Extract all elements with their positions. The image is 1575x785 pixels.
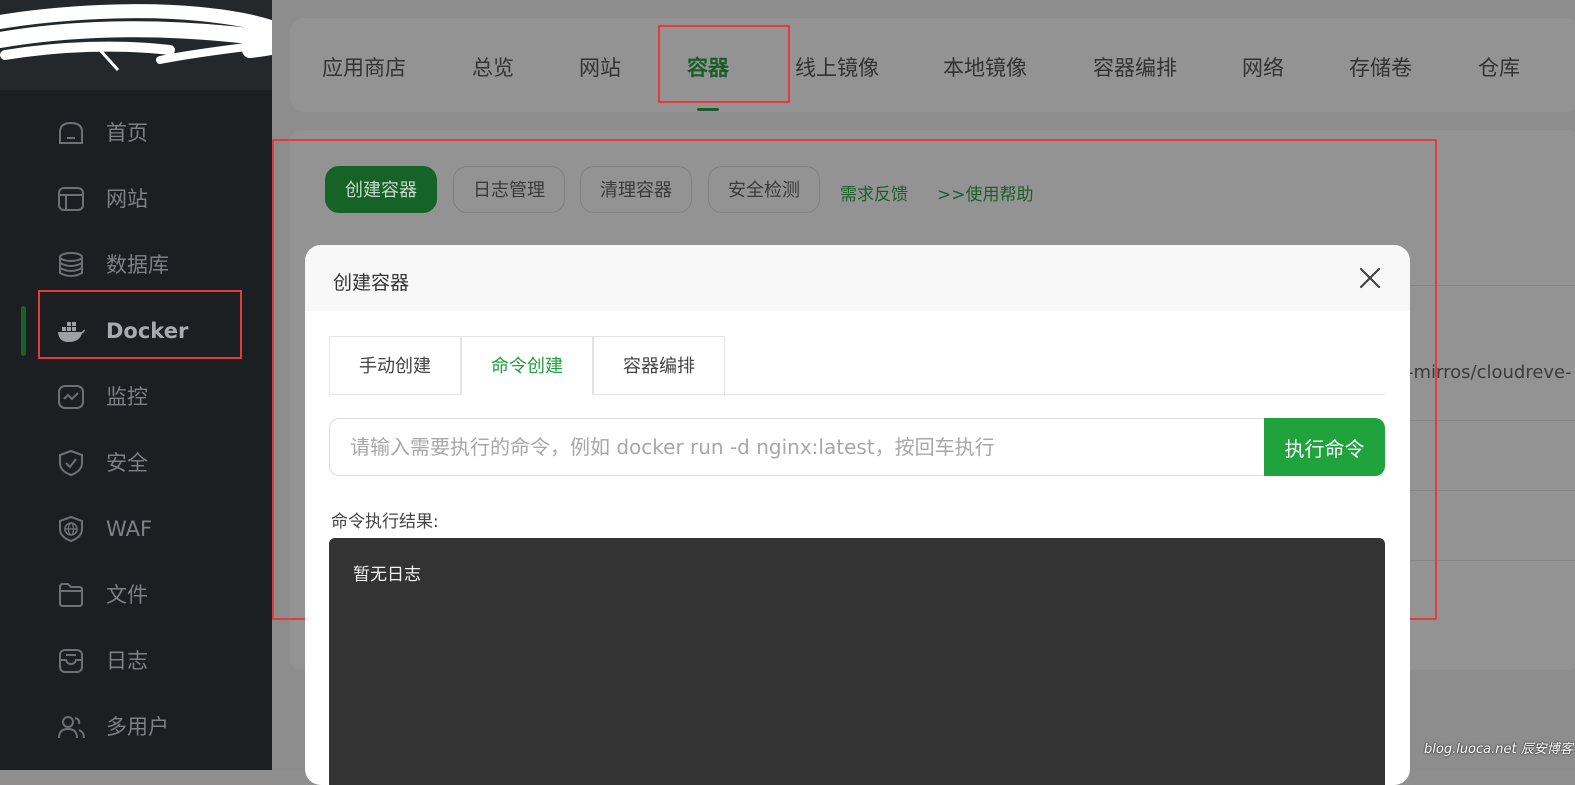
folder-icon (56, 581, 86, 609)
sidebar-item-label: 数据库 (106, 253, 169, 277)
help-link[interactable]: >>使用帮助 (937, 180, 1034, 205)
sidebar-item-label: 多用户 (106, 715, 169, 739)
watermark: blog.luoca.net 辰安博客 (1424, 742, 1573, 757)
database-icon (56, 251, 86, 279)
feedback-link[interactable]: 需求反馈 (840, 180, 908, 205)
table-divider (1410, 490, 1575, 491)
sidebar-item-label: 监控 (106, 385, 148, 409)
table-divider (1410, 420, 1575, 421)
sidebar-item-users[interactable]: 多用户 (0, 694, 272, 760)
tab-command-create[interactable]: 命令创建 (461, 336, 593, 395)
tab-local-images[interactable]: 本地镜像 (943, 52, 1027, 82)
logo-area (0, 0, 290, 90)
waf-globe-icon (56, 515, 86, 543)
redaction-scribble (0, 4, 290, 72)
sidebar-item-label: 首页 (106, 121, 148, 145)
website-icon (56, 185, 86, 213)
sidebar-item-label: 网站 (106, 187, 148, 211)
table-cell-image: -mirros/cloudreve- (1407, 362, 1572, 383)
sidebar-item-database[interactable]: 数据库 (0, 232, 272, 298)
tab-website[interactable]: 网站 (579, 52, 621, 82)
shield-icon (56, 449, 86, 477)
tab-online-images[interactable]: 线上镜像 (795, 52, 879, 82)
sidebar: 首页 网站 数据库 Docker 监控 安全 WAF 文件 日志 多用户 (0, 0, 290, 770)
tab-manual-create[interactable]: 手动创建 (329, 336, 461, 395)
close-icon[interactable] (1359, 267, 1381, 289)
sidebar-item-label: 文件 (106, 583, 148, 607)
sidebar-item-home[interactable]: 首页 (0, 100, 272, 166)
sidebar-item-files[interactable]: 文件 (0, 562, 272, 628)
sidebar-menu: 首页 网站 数据库 Docker 监控 安全 WAF 文件 日志 多用户 (0, 100, 272, 760)
sidebar-item-logs[interactable]: 日志 (0, 628, 272, 694)
tab-container-compose[interactable]: 容器编排 (593, 336, 725, 395)
result-label: 命令执行结果: (331, 512, 439, 532)
log-icon (56, 647, 86, 675)
sidebar-item-docker[interactable]: Docker (0, 298, 272, 364)
active-indicator (21, 306, 26, 356)
tab-network[interactable]: 网络 (1242, 52, 1284, 82)
tab-volumes[interactable]: 存储卷 (1349, 52, 1412, 82)
create-container-dialog: 创建容器 手动创建 命令创建 容器编排 执行命令 命令执行结果: 暂无日志 (305, 245, 1410, 785)
log-management-button[interactable]: 日志管理 (453, 166, 565, 213)
tab-registry[interactable]: 仓库 (1478, 52, 1520, 82)
command-input[interactable] (329, 418, 1266, 476)
dialog-tabs: 手动创建 命令创建 容器编排 (329, 336, 1385, 396)
docker-icon (56, 317, 86, 345)
clean-containers-button[interactable]: 清理容器 (580, 166, 692, 213)
execute-command-button[interactable]: 执行命令 (1264, 418, 1385, 476)
sidebar-item-label: WAF (106, 517, 153, 541)
create-container-button[interactable]: 创建容器 (325, 166, 437, 213)
dialog-title: 创建容器 (333, 272, 410, 294)
sidebar-item-label: 日志 (106, 649, 148, 673)
table-divider (1410, 285, 1575, 286)
sidebar-item-security[interactable]: 安全 (0, 430, 272, 496)
sidebar-item-website[interactable]: 网站 (0, 166, 272, 232)
users-icon (56, 713, 86, 741)
sidebar-item-monitor[interactable]: 监控 (0, 364, 272, 430)
home-icon (56, 119, 86, 147)
tab-compose[interactable]: 容器编排 (1093, 52, 1177, 82)
sidebar-item-label: 安全 (106, 451, 148, 475)
tab-app-store[interactable]: 应用商店 (322, 52, 406, 82)
dialog-header: 创建容器 (305, 245, 1410, 311)
table-divider (1410, 560, 1575, 561)
result-output: 暂无日志 (329, 538, 1385, 785)
tab-overview[interactable]: 总览 (472, 52, 514, 82)
sidebar-item-label: Docker (106, 319, 189, 343)
monitor-icon (56, 383, 86, 411)
security-check-button[interactable]: 安全检测 (708, 166, 820, 213)
tab-container[interactable]: 容器 (687, 52, 729, 82)
active-tab-underline (697, 108, 719, 111)
result-text: 暂无日志 (353, 565, 421, 585)
sidebar-item-waf[interactable]: WAF (0, 496, 272, 562)
